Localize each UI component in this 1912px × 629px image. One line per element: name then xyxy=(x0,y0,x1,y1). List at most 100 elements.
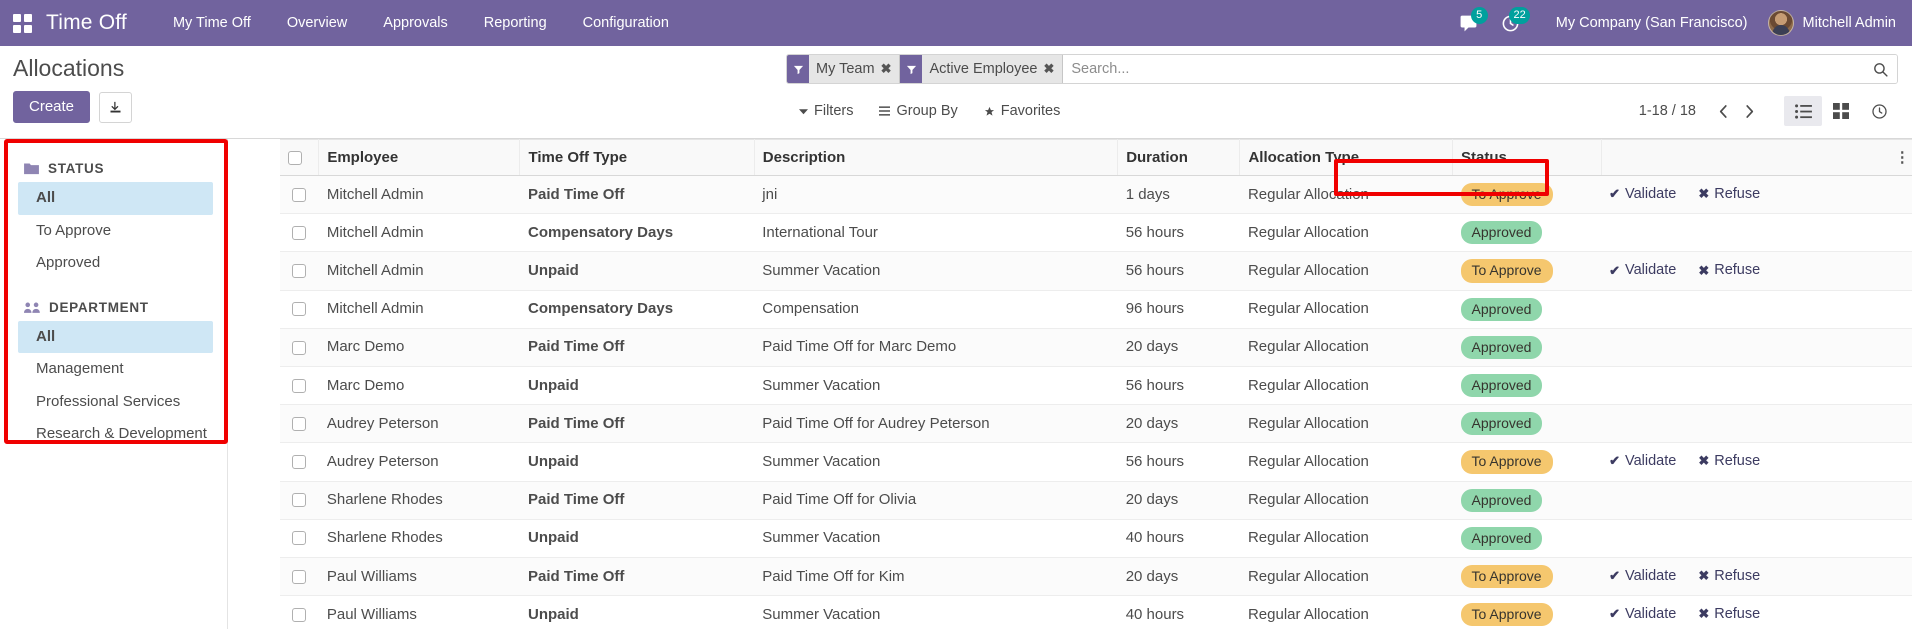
validate-button[interactable]: ✔ Validate xyxy=(1609,604,1676,625)
groupby-dropdown[interactable]: Group By xyxy=(866,99,970,123)
table-row[interactable]: Mitchell Admin Unpaid Summer Vacation 56 ho… xyxy=(280,251,1912,291)
row-select-cell[interactable] xyxy=(280,481,319,520)
checkbox-icon[interactable] xyxy=(292,416,307,431)
validate-button[interactable]: ✔ Validate xyxy=(1609,184,1676,205)
nav-item-overview[interactable]: Overview xyxy=(269,0,365,46)
checkbox-icon[interactable] xyxy=(292,225,307,240)
checkbox-icon[interactable] xyxy=(292,493,307,508)
row-select-cell[interactable] xyxy=(280,290,319,329)
validate-label: Validate xyxy=(1625,262,1677,279)
import-button[interactable] xyxy=(99,91,133,123)
checkbox-icon[interactable] xyxy=(292,340,307,355)
view-button-activity[interactable] xyxy=(1860,96,1898,126)
row-select-cell[interactable] xyxy=(280,519,319,558)
favorites-dropdown[interactable]: Favorites xyxy=(971,99,1074,123)
table-row[interactable]: Audrey Peterson Paid Time Off Paid Time Of… xyxy=(280,404,1912,444)
column-header-allocation-type[interactable]: Allocation Type xyxy=(1239,139,1454,176)
table-row[interactable]: Marc Demo Unpaid Summer Vacation 56 hours Re… xyxy=(280,366,1912,406)
column-header-employee[interactable]: Employee xyxy=(318,139,521,176)
sidebar-item-status-all[interactable]: All xyxy=(18,182,213,215)
sidebar-item-status-to-approve[interactable]: To Approve xyxy=(18,215,213,248)
row-select-cell[interactable] xyxy=(280,595,319,629)
search-facet-active-employee[interactable]: Active Employee ✖ xyxy=(900,55,1064,83)
row-select-cell[interactable] xyxy=(280,404,319,444)
create-button[interactable]: Create xyxy=(13,91,91,124)
nav-item-my-time-off[interactable]: My Time Off xyxy=(155,0,269,46)
messages-menu[interactable]: 5 xyxy=(1448,0,1490,46)
activities-menu[interactable]: 22 xyxy=(1490,0,1532,46)
table-row[interactable]: Audrey Peterson Unpaid Summer Vacation 56 h… xyxy=(280,442,1912,482)
nav-item-configuration[interactable]: Configuration xyxy=(565,0,687,46)
validate-button[interactable]: ✔ Validate xyxy=(1609,260,1676,281)
checkbox-icon[interactable] xyxy=(292,302,307,317)
table-row[interactable]: Paul Williams Paid Time Off Paid Time Off … xyxy=(280,557,1912,597)
checkbox-icon[interactable] xyxy=(292,531,307,546)
column-header-description[interactable]: Description xyxy=(754,139,1119,176)
sidebar-item-department-management[interactable]: Management xyxy=(18,353,213,386)
table-row[interactable]: Sharlene Rhodes Paid Time Off Paid Time Of… xyxy=(280,481,1912,520)
refuse-button[interactable]: ✖ Refuse xyxy=(1698,566,1760,587)
checkbox-icon[interactable] xyxy=(292,569,307,584)
column-header-status[interactable]: Status xyxy=(1452,139,1602,176)
nav-item-approvals[interactable]: Approvals xyxy=(365,0,465,46)
kanban-view-icon xyxy=(1833,103,1849,119)
search-button[interactable] xyxy=(1863,55,1897,83)
apps-menu-toggle[interactable] xyxy=(0,0,44,46)
table-row[interactable]: Mitchell Admin Paid Time Off jni 1 days Regu… xyxy=(280,175,1912,215)
allocations-list-view: Employee Time Off Type Description Durat… xyxy=(280,139,1912,629)
filters-dropdown[interactable]: Filters xyxy=(786,99,866,123)
column-header-time-off-type[interactable]: Time Off Type xyxy=(519,139,755,176)
refuse-button[interactable]: ✖ Refuse xyxy=(1698,184,1760,205)
table-row[interactable]: Mitchell Admin Compensatory Days Compensat… xyxy=(280,290,1912,329)
nav-item-reporting[interactable]: Reporting xyxy=(466,0,565,46)
status-badge: To Approve xyxy=(1460,450,1553,474)
checkbox-icon[interactable] xyxy=(288,151,302,166)
sidebar-item-status-approved[interactable]: Approved xyxy=(18,247,213,280)
table-row[interactable]: Sharlene Rhodes Unpaid Summer Vacation 40 h… xyxy=(280,519,1912,558)
validate-button[interactable]: ✔ Validate xyxy=(1609,451,1676,472)
checkbox-icon[interactable] xyxy=(292,607,307,622)
checkbox-icon[interactable] xyxy=(292,264,307,279)
validate-label: Validate xyxy=(1625,567,1677,584)
column-header-duration[interactable]: Duration xyxy=(1117,139,1241,176)
validate-button[interactable]: ✔ Validate xyxy=(1609,566,1676,587)
pager-next-button[interactable] xyxy=(1736,98,1762,124)
remove-facet-icon[interactable]: ✖ xyxy=(881,61,900,77)
row-select-cell[interactable] xyxy=(280,366,319,406)
status-badge: To Approve xyxy=(1460,603,1553,627)
table-row[interactable]: Marc Demo Paid Time Off Paid Time Off for … xyxy=(280,328,1912,367)
sidebar-item-department-research-development[interactable]: Research & Development xyxy=(18,418,213,451)
column-options-button[interactable]: ⋮ xyxy=(1886,139,1912,176)
app-brand-time-off[interactable]: Time Off xyxy=(44,11,133,35)
row-select-cell[interactable] xyxy=(280,557,319,597)
refuse-button[interactable]: ✖ Refuse xyxy=(1698,451,1760,472)
select-all-header[interactable] xyxy=(280,139,320,176)
sidebar-item-department-all[interactable]: All xyxy=(18,320,213,353)
table-row[interactable]: Paul Williams Unpaid Summer Vacation 40 hou… xyxy=(280,595,1912,629)
view-button-kanban[interactable] xyxy=(1822,96,1860,126)
checkbox-icon[interactable] xyxy=(292,378,307,393)
search-input[interactable] xyxy=(1063,55,1863,83)
refuse-button[interactable]: ✖ Refuse xyxy=(1698,260,1760,281)
view-button-list[interactable] xyxy=(1784,96,1822,126)
checkbox-icon[interactable] xyxy=(292,455,307,470)
cell-time-off-type: Paid Time Off xyxy=(519,557,755,597)
refuse-button[interactable]: ✖ Refuse xyxy=(1698,604,1760,625)
row-select-cell[interactable] xyxy=(280,213,319,253)
status-badge: Approved xyxy=(1460,526,1543,550)
remove-facet-icon[interactable]: ✖ xyxy=(1043,61,1062,77)
row-select-cell[interactable] xyxy=(280,442,319,482)
cell-time-off-type: Unpaid xyxy=(519,366,755,406)
row-select-cell[interactable] xyxy=(280,251,319,291)
pager-previous-button[interactable] xyxy=(1710,98,1736,124)
cell-allocation-type: Regular Allocation xyxy=(1239,328,1453,367)
search-facet-my-team[interactable]: My Team ✖ xyxy=(787,55,901,83)
row-select-cell[interactable] xyxy=(280,175,319,215)
sidebar-item-department-professional-services[interactable]: Professional Services xyxy=(18,386,213,419)
user-menu[interactable]: Mitchell Admin xyxy=(1764,10,1896,36)
checkbox-icon[interactable] xyxy=(292,187,307,202)
company-switcher[interactable]: My Company (San Francisco) xyxy=(1532,15,1764,31)
search-view[interactable]: My Team ✖ Active Employee ✖ xyxy=(786,54,1898,84)
table-row[interactable]: Mitchell Admin Compensatory Days Internati… xyxy=(280,213,1912,253)
row-select-cell[interactable] xyxy=(280,328,319,367)
